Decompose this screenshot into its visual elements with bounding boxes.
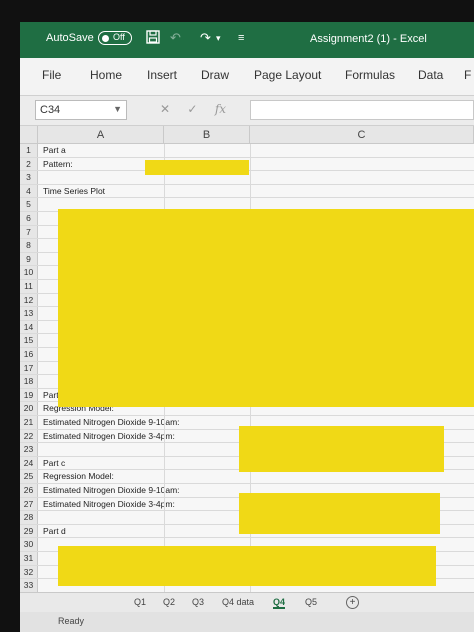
sheet-tab-bar: Q1 Q2 Q3 Q4 data Q4 Q5 +: [20, 592, 474, 612]
row-number[interactable]: 11: [20, 280, 38, 293]
row-number[interactable]: 12: [20, 293, 38, 307]
row-number[interactable]: 5: [20, 198, 38, 211]
row-number[interactable]: 18: [20, 375, 38, 388]
row-number[interactable]: 6: [20, 212, 38, 225]
customize-icon[interactable]: ≡: [238, 32, 244, 44]
cell-a-text[interactable]: Time Series Plot: [43, 186, 105, 196]
chevron-down-icon[interactable]: ▼: [113, 104, 122, 114]
cell-a-text[interactable]: Regression Model:: [43, 471, 114, 481]
tab-file[interactable]: File: [42, 68, 61, 82]
part-b-answer-area[interactable]: [239, 426, 444, 472]
row-number[interactable]: 13: [20, 307, 38, 320]
row-number[interactable]: 20: [20, 402, 38, 415]
row-number[interactable]: 32: [20, 565, 38, 579]
tab-home[interactable]: Home: [90, 68, 122, 82]
column-header-b[interactable]: B: [164, 126, 250, 144]
row-number[interactable]: 24: [20, 456, 38, 470]
row-number[interactable]: 29: [20, 524, 38, 538]
cell-a-text[interactable]: Part c: [43, 458, 65, 468]
row-number[interactable]: 7: [20, 225, 38, 239]
row-number[interactable]: 22: [20, 429, 38, 443]
row-number[interactable]: 19: [20, 388, 38, 402]
autosave-toggle[interactable]: Off: [98, 31, 132, 45]
row-number[interactable]: 25: [20, 470, 38, 483]
sheet-tab-q3[interactable]: Q3: [192, 597, 204, 607]
cancel-icon[interactable]: ✕: [160, 102, 170, 116]
undo-icon[interactable]: ↶: [170, 30, 181, 46]
document-title: Assignment2 (1) - Excel: [310, 33, 427, 45]
toggle-knob: [102, 34, 109, 42]
function-icon[interactable]: fx: [215, 102, 226, 116]
save-icon[interactable]: [146, 30, 160, 47]
status-text: Ready: [58, 616, 85, 626]
row-number[interactable]: 31: [20, 552, 38, 565]
column-header-a[interactable]: A: [38, 126, 164, 144]
pattern-answer-cell[interactable]: [145, 160, 249, 175]
worksheet-grid[interactable]: A B C 1 Part a 2 Pattern: 3 4 Time Series Plot…: [20, 126, 474, 592]
cell-a-text[interactable]: Estimated Nitrogen Dioxide 3-4pm:: [43, 499, 175, 509]
row-number[interactable]: 9: [20, 252, 38, 266]
table-row: 1 Part a: [20, 144, 474, 158]
confirm-icon[interactable]: ✓: [187, 102, 197, 116]
tab-data[interactable]: Data: [418, 68, 443, 82]
tab-overflow[interactable]: F: [464, 68, 471, 82]
row-number[interactable]: 3: [20, 171, 38, 184]
part-d-answer-area[interactable]: [58, 546, 436, 586]
row-number[interactable]: 15: [20, 334, 38, 347]
time-series-plot-area[interactable]: [58, 209, 474, 407]
title-bar: AutoSave Off ↶ ↷ ▾ ≡ Assignment2 (1) - E…: [20, 22, 474, 58]
cell-a-text[interactable]: Part d: [43, 526, 66, 536]
tab-draw[interactable]: Draw: [201, 68, 229, 82]
autosave-state: Off: [113, 32, 125, 42]
sheet-tab-q5[interactable]: Q5: [305, 597, 317, 607]
column-header-c[interactable]: C: [250, 126, 474, 144]
table-row: 4 Time Series Plot: [20, 184, 474, 199]
sheet-tab-q2[interactable]: Q2: [163, 597, 175, 607]
name-box[interactable]: C34 ▼: [35, 100, 127, 120]
row-number[interactable]: 26: [20, 484, 38, 497]
row-number[interactable]: 23: [20, 443, 38, 456]
formula-actions: ✕ ✓ fx: [160, 102, 226, 116]
tab-formulas[interactable]: Formulas: [345, 68, 395, 82]
row-number[interactable]: 10: [20, 266, 38, 279]
autosave-label: AutoSave: [46, 32, 94, 44]
row-number[interactable]: 27: [20, 497, 38, 511]
row-number[interactable]: 4: [20, 184, 38, 198]
row-number[interactable]: 21: [20, 416, 38, 429]
ribbon-tabs: File Home Insert Draw Page Layout Formul…: [20, 58, 474, 96]
chevron-down-icon[interactable]: ▾: [216, 33, 221, 44]
sheet-tab-q1[interactable]: Q1: [134, 597, 146, 607]
part-c-answer-area[interactable]: [239, 493, 440, 534]
row-number[interactable]: 2: [20, 157, 38, 171]
name-box-value: C34: [40, 104, 61, 116]
formula-input[interactable]: [250, 100, 474, 120]
row-number[interactable]: 16: [20, 348, 38, 361]
tab-insert[interactable]: Insert: [147, 68, 177, 82]
tab-page-layout[interactable]: Page Layout: [254, 68, 321, 82]
sheet-tab-q4-data[interactable]: Q4 data: [222, 597, 254, 607]
cell-a-text[interactable]: Estimated Nitrogen Dioxide 9-10am:: [43, 417, 180, 427]
add-sheet-icon[interactable]: +: [346, 596, 359, 609]
select-all-corner[interactable]: [20, 126, 38, 144]
row-number[interactable]: 33: [20, 579, 38, 592]
table-row: 25 Regression Model:: [20, 470, 474, 484]
formula-bar: C34 ▼ ✕ ✓ fx: [20, 96, 474, 126]
cell-a-text[interactable]: Estimated Nitrogen Dioxide 3-4pm:: [43, 431, 175, 441]
cell-a-text[interactable]: Estimated Nitrogen Dioxide 9-10am:: [43, 485, 180, 495]
row-number[interactable]: 8: [20, 239, 38, 252]
row-number[interactable]: 28: [20, 511, 38, 524]
row-number[interactable]: 1: [20, 144, 38, 157]
row-number[interactable]: 17: [20, 361, 38, 375]
cell-a-text[interactable]: Pattern:: [43, 159, 73, 169]
status-bar: Ready: [20, 612, 474, 632]
row-number[interactable]: 30: [20, 538, 38, 551]
sheet-tab-q4[interactable]: Q4: [273, 597, 286, 609]
row-number[interactable]: 14: [20, 320, 38, 334]
redo-icon[interactable]: ↷: [200, 30, 211, 46]
cell-a-text[interactable]: Part a: [43, 145, 66, 155]
